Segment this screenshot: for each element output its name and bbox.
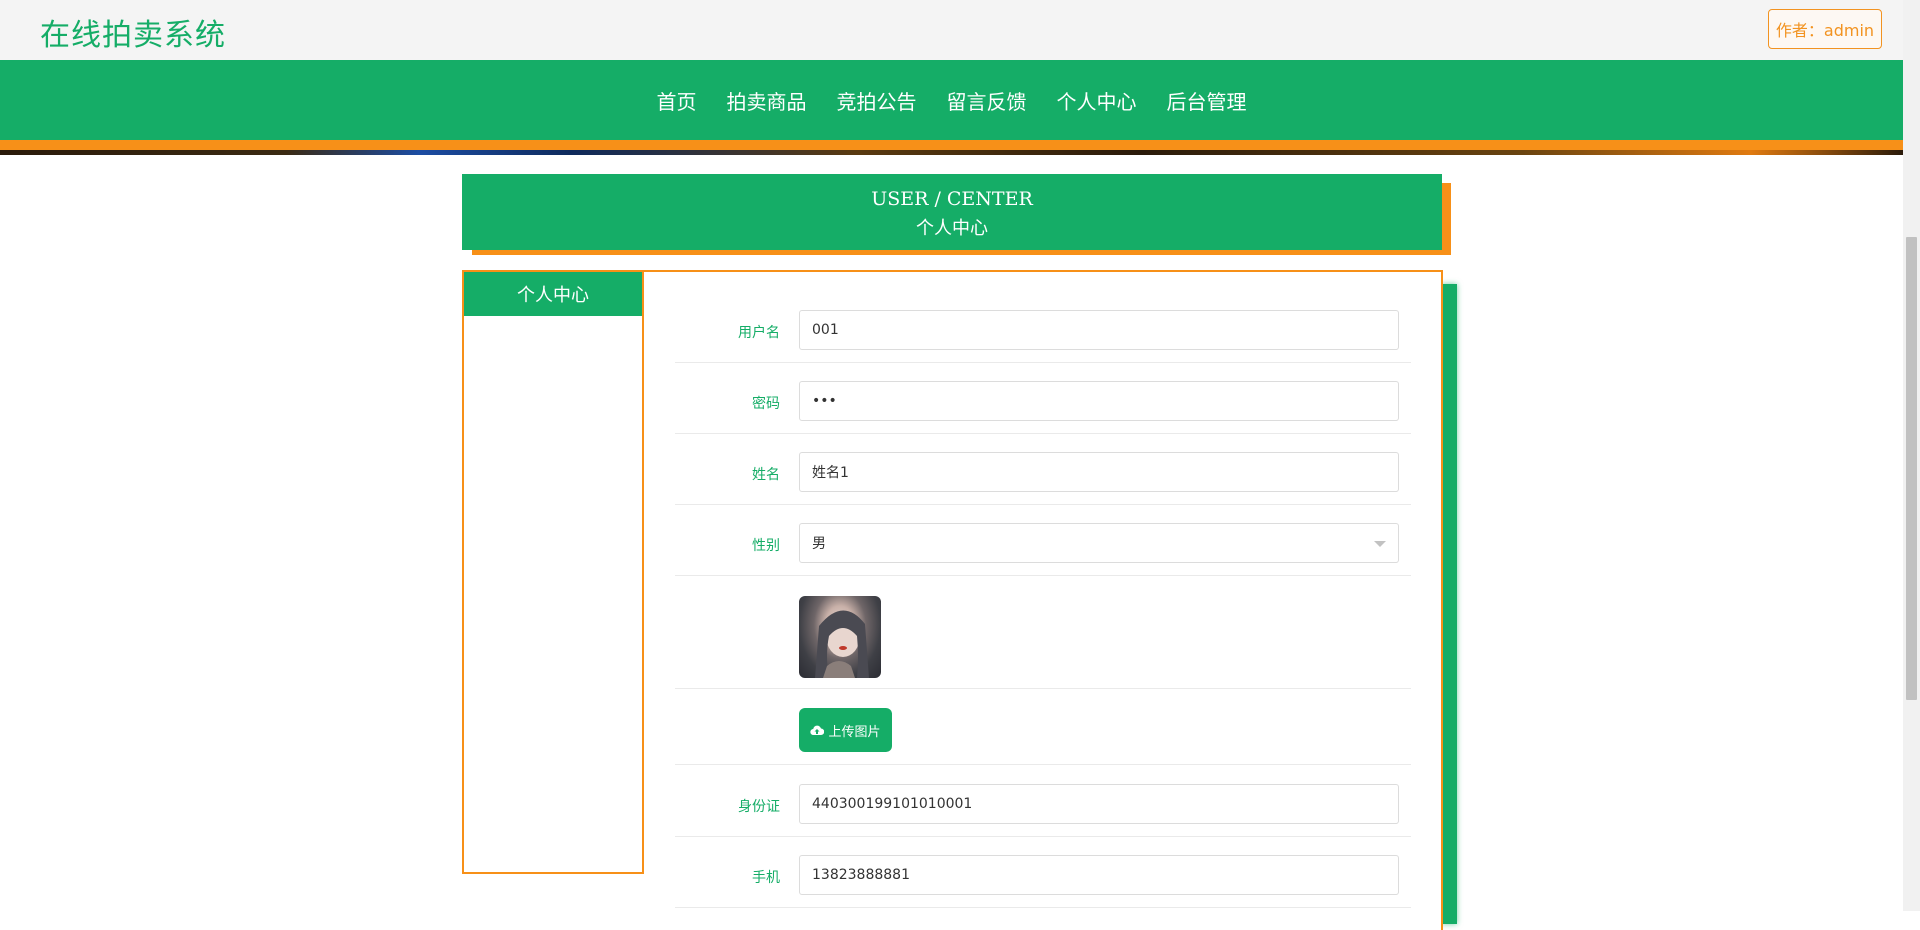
avatar-image bbox=[799, 596, 881, 678]
form-row-username: 用户名 001 bbox=[675, 310, 1411, 363]
top-header: 在线拍卖系统 作者：admin bbox=[0, 0, 1920, 60]
password-label: 密码 bbox=[752, 396, 780, 412]
password-field[interactable]: ••• bbox=[799, 381, 1399, 421]
sidebar-item-user-center[interactable]: 个人中心 bbox=[464, 272, 642, 316]
nav-item-bidding-notice[interactable]: 竞拍公告 bbox=[822, 86, 932, 115]
main-panel-shadow bbox=[1441, 284, 1457, 924]
nav-list: 首页 拍卖商品 竞拍公告 留言反馈 个人中心 后台管理 bbox=[0, 60, 1903, 140]
cloud-upload-icon bbox=[810, 725, 825, 736]
nav-item-feedback[interactable]: 留言反馈 bbox=[932, 86, 1042, 115]
nav-item-user-center[interactable]: 个人中心 bbox=[1042, 86, 1152, 115]
name-field[interactable]: 姓名1 bbox=[799, 452, 1399, 492]
form-row-avatar bbox=[675, 596, 1411, 689]
username-field[interactable]: 001 bbox=[799, 310, 1399, 350]
nav-item-auction-goods[interactable]: 拍卖商品 bbox=[712, 86, 822, 115]
nav-item-admin[interactable]: 后台管理 bbox=[1152, 86, 1262, 115]
gender-select[interactable]: 男 bbox=[799, 523, 1399, 563]
upload-image-button[interactable]: 上传图片 bbox=[799, 708, 892, 752]
form-row-upload: 上传图片 bbox=[675, 708, 1411, 765]
id-card-field[interactable]: 440300199101010001 bbox=[799, 784, 1399, 824]
id-card-label: 身份证 bbox=[738, 799, 780, 815]
author-button[interactable]: 作者：admin bbox=[1768, 9, 1882, 49]
form-row-name: 姓名 姓名1 bbox=[675, 452, 1411, 505]
main-nav: 首页 拍卖商品 竞拍公告 留言反馈 个人中心 后台管理 bbox=[0, 60, 1903, 150]
section-title-en: USER / CENTER bbox=[871, 188, 1033, 210]
form-row-password: 密码 ••• bbox=[675, 381, 1411, 434]
form-row-gender: 性别 男 bbox=[675, 523, 1411, 576]
gender-value: 男 bbox=[812, 536, 826, 552]
scrollbar-thumb[interactable] bbox=[1906, 237, 1917, 700]
form-row-id-card: 身份证 440300199101010001 bbox=[675, 784, 1411, 837]
name-label: 姓名 bbox=[752, 467, 780, 483]
section-header: USER / CENTER 个人中心 bbox=[462, 174, 1442, 250]
chevron-down-icon bbox=[1374, 541, 1386, 547]
upload-image-label: 上传图片 bbox=[828, 724, 881, 740]
phone-field[interactable]: 13823888881 bbox=[799, 855, 1399, 895]
username-label: 用户名 bbox=[738, 325, 780, 341]
form-row-phone: 手机 13823888881 bbox=[675, 855, 1411, 908]
gender-label: 性别 bbox=[752, 538, 780, 554]
section-title-cn: 个人中心 bbox=[916, 218, 988, 239]
phone-label: 手机 bbox=[752, 870, 780, 886]
banner-strip bbox=[0, 150, 1903, 155]
sidebar: 个人中心 bbox=[462, 270, 644, 874]
site-title[interactable]: 在线拍卖系统 bbox=[40, 10, 226, 54]
avatar-portrait-icon bbox=[815, 610, 869, 678]
nav-item-home[interactable]: 首页 bbox=[642, 86, 712, 115]
